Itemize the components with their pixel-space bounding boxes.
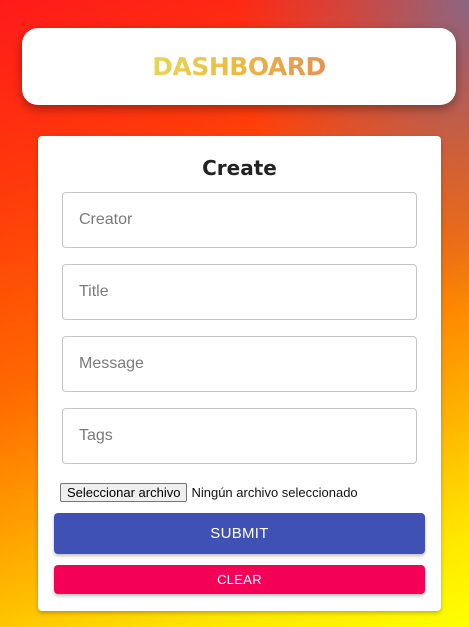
creator-input[interactable] xyxy=(77,210,416,230)
title-input[interactable] xyxy=(77,282,416,302)
message-input[interactable] xyxy=(77,354,416,374)
title-field[interactable] xyxy=(62,264,417,320)
app-header: DASHBOARD xyxy=(22,28,456,105)
tags-field[interactable] xyxy=(62,408,417,464)
file-choose-button[interactable]: Seleccionar archivo xyxy=(60,483,188,502)
dashboard-logo: DASHBOARD xyxy=(152,52,326,81)
create-form-card: Create Seleccionar archivo Ningún archiv… xyxy=(38,136,441,611)
message-field[interactable] xyxy=(62,336,417,392)
form-title: Create xyxy=(202,156,277,180)
submit-button[interactable]: SUBMIT xyxy=(54,513,425,554)
clear-button[interactable]: CLEAR xyxy=(54,565,425,594)
file-upload: Seleccionar archivo Ningún archivo selec… xyxy=(60,483,358,502)
tags-input[interactable] xyxy=(77,426,416,446)
file-status-text: Ningún archivo seleccionado xyxy=(191,485,358,500)
creator-field[interactable] xyxy=(62,192,417,248)
